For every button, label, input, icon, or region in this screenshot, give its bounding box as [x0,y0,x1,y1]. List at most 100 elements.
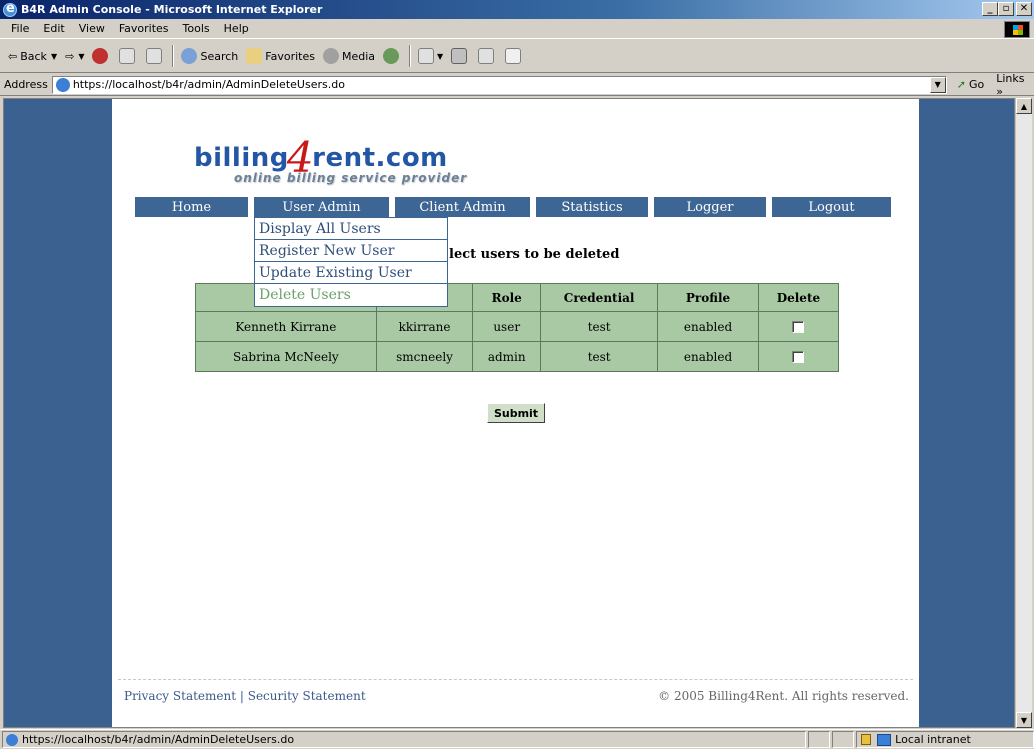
history-button[interactable] [379,44,406,68]
copyright-text: © 2005 Billing4Rent. All rights reserved… [658,689,909,703]
edit-icon [478,48,495,64]
forward-arrow-icon: ⇨ [65,49,75,63]
billing4rent-logo: billing4rent.com online billing service … [194,133,468,185]
address-bar: Address https://localhost/b4r/admin/Admi… [0,72,1034,98]
lock-icon [861,734,872,745]
home-button[interactable] [142,44,169,68]
menu-item-delete-users[interactable]: Delete Users [255,284,447,306]
close-button[interactable]: ✕ [1016,2,1032,16]
status-bar: https://localhost/b4r/admin/AdminDeleteU… [0,729,1034,749]
back-label: Back [20,49,47,63]
menu-bar: File Edit View Favorites Tools Help [0,19,1034,39]
address-input[interactable]: https://localhost/b4r/admin/AdminDeleteU… [51,75,947,94]
main-nav: Home User Admin Client Admin Statistics … [135,197,897,217]
back-button[interactable]: ⇦ Back ▼ [4,44,61,68]
nav-user-admin[interactable]: User Admin [254,197,389,217]
cell-profile: enabled [657,341,759,372]
back-arrow-icon: ⇦ [8,49,18,63]
browser-viewport: billing4rent.com online billing service … [3,98,1015,728]
column-header-profile: Profile [657,283,759,312]
status-panel [808,731,831,748]
menu-item-register-new-user[interactable]: Register New User [255,240,447,262]
print-icon [451,48,468,64]
nav-logout[interactable]: Logout [772,197,891,217]
nav-logger[interactable]: Logger [654,197,766,217]
delete-checkbox[interactable] [792,321,805,333]
title-bar: B4R Admin Console - Microsoft Internet E… [0,0,1034,19]
page-icon [55,77,70,92]
cell-username: kkirrane [375,311,474,342]
menu-favorites[interactable]: Favorites [112,22,176,35]
favorites-button[interactable]: Favorites [242,44,319,68]
nav-client-admin[interactable]: Client Admin [395,197,530,217]
vertical-scrollbar[interactable]: ▲ ▼ [1015,98,1032,728]
menu-view[interactable]: View [72,22,112,35]
cell-name: Kenneth Kirrane [195,311,377,342]
edit-button[interactable] [474,44,501,68]
menu-edit[interactable]: Edit [36,22,71,35]
table-row: Sabrina McNeely smcneely admin test enab… [195,341,840,372]
print-button[interactable] [447,44,474,68]
dropdown-icon[interactable]: ▼ [51,52,57,61]
column-header-delete: Delete [757,283,840,312]
home-icon [146,48,163,64]
address-label: Address [4,78,48,91]
go-button[interactable]: ➚ Go [957,78,984,91]
refresh-button[interactable] [115,44,142,68]
mail-button[interactable]: ▼ [414,44,447,68]
search-icon [181,48,198,64]
forward-button[interactable]: ⇨ ▼ [61,44,88,68]
cell-role: admin [472,341,542,372]
cell-profile: enabled [657,311,759,342]
status-panel [832,731,855,748]
nav-statistics[interactable]: Statistics [536,197,648,217]
instruction-text: lect users to be deleted [449,247,620,262]
menu-item-display-all-users[interactable]: Display All Users [255,218,447,240]
search-button[interactable]: Search [177,44,242,68]
media-button[interactable]: Media [319,44,379,68]
stop-button[interactable] [88,44,115,68]
footer-divider [118,679,913,680]
menu-help[interactable]: Help [217,22,256,35]
links-button[interactable]: Links » [996,72,1034,98]
dropdown-icon: ▼ [437,51,444,61]
address-dropdown-button[interactable]: ▼ [929,76,946,93]
cell-role: user [472,311,542,342]
address-url: https://localhost/b4r/admin/AdminDeleteU… [72,78,345,91]
discuss-icon [505,48,522,64]
zone-label: Local intranet [895,733,971,746]
dropdown-icon[interactable]: ▼ [78,52,84,61]
cell-username: smcneely [375,341,474,372]
stop-icon [92,48,109,64]
nav-home[interactable]: Home [135,197,248,217]
media-icon [322,48,339,64]
windows-logo-icon [1004,21,1030,38]
column-header-role: Role [472,283,542,312]
menu-item-update-existing-user[interactable]: Update Existing User [255,262,447,284]
submit-button[interactable]: Submit [487,403,545,423]
status-text-panel: https://localhost/b4r/admin/AdminDeleteU… [2,731,807,748]
menu-file[interactable]: File [4,22,36,35]
footer-links[interactable]: Privacy Statement | Security Statement [124,689,366,703]
favorites-label: Favorites [265,49,315,63]
scroll-up-button[interactable]: ▲ [1016,98,1032,114]
delete-checkbox[interactable] [792,351,805,363]
go-arrow-icon: ➚ [956,78,966,91]
ie-icon [3,1,17,17]
status-url: https://localhost/b4r/admin/AdminDeleteU… [22,733,295,746]
maximize-button[interactable]: ▫ [998,2,1014,16]
mail-icon [418,48,435,64]
go-label: Go [968,78,985,91]
minimize-button[interactable]: _ [982,2,998,16]
table-row: Kenneth Kirrane kkirrane user test enabl… [195,311,840,342]
cell-name: Sabrina McNeely [195,341,377,372]
discuss-button[interactable] [501,44,528,68]
toolbar: ⇦ Back ▼ ⇨ ▼ Search Favorites Media ▼ [0,40,1034,73]
search-label: Search [200,49,239,63]
scroll-down-button[interactable]: ▼ [1016,712,1032,728]
window-title: B4R Admin Console - Microsoft Internet E… [21,3,323,16]
column-header-credential: Credential [540,283,659,312]
cell-credential: test [540,341,659,372]
menu-tools[interactable]: Tools [176,22,217,35]
cell-delete [757,341,840,372]
